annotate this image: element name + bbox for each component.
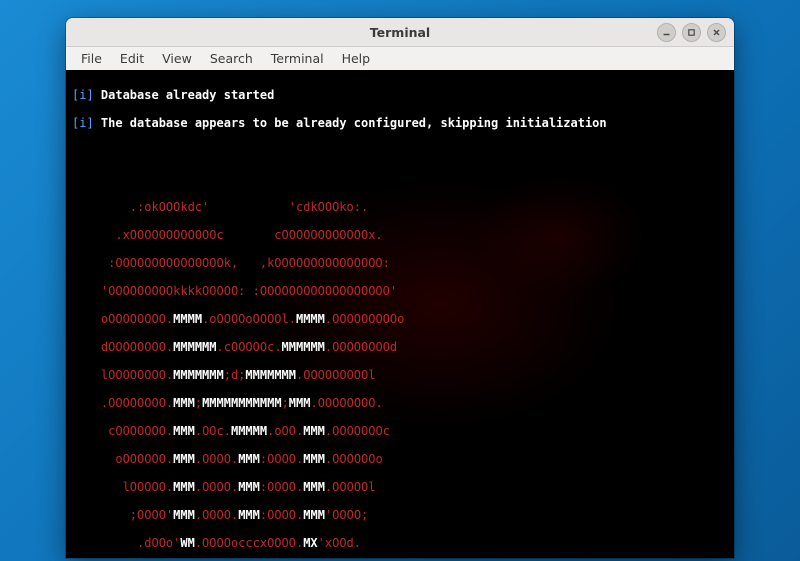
info-line-2: [i] The database appears to be already c… (72, 116, 728, 130)
menu-terminal[interactable]: Terminal (262, 49, 333, 68)
close-button[interactable] (707, 23, 726, 42)
banner-line: oOOOOOOOO.MMMM.oOOOOoOOOOl.MMMM.OOOOOOOO… (72, 312, 728, 326)
menu-search[interactable]: Search (201, 49, 262, 68)
minimize-button[interactable] (657, 23, 676, 42)
blank (72, 172, 728, 186)
menu-view[interactable]: View (153, 49, 201, 68)
menu-help[interactable]: Help (333, 49, 380, 68)
info-prefix: [i] (72, 88, 101, 102)
info-line-1: [i] Database already started (72, 88, 728, 102)
banner-line: :OOOOOOOOOOOOOOOk, ,kOOOOOOOOOOOOOOO: (72, 256, 728, 270)
banner-line: ;OOOO'MMM.OOOO.MMM:OOOO.MMM'OOOO; (72, 508, 728, 522)
banner-line: lOOOOOOOO.MMMMMMM;d;MMMMMMM.OOOOOOOOOl (72, 368, 728, 382)
info-text: The database appears to be already confi… (101, 116, 607, 130)
banner-line: 'OOOOOOOOOkkkkOOOOO: :OOOOOOOOOOOOOOOOOO… (72, 284, 728, 298)
banner-line: .xOOOOOOOOOOOOc cOOOOOOOOOOOOx. (72, 228, 728, 242)
banner-line: .:okOOOkdc' 'cdkOOOko:. (72, 200, 728, 214)
window-title: Terminal (370, 25, 430, 40)
banner-line: cOOOOOOO.MMM.OOc.MMMMM.oOO.MMM.OOOOOOOc (72, 424, 728, 438)
banner-line: .OOOOOOOO.MMM;MMMMMMMMMMM;MMM.OOOOOOOO. (72, 396, 728, 410)
banner-line: dOOOOOOOO.MMMMMM.cOOOOOc.MMMMMM.OOOOOOOO… (72, 340, 728, 354)
maximize-button[interactable] (682, 23, 701, 42)
terminal-viewport[interactable]: [i] Database already started [i] The dat… (66, 70, 734, 558)
info-text: Database already started (101, 88, 274, 102)
terminal-window: Terminal File Edit View Search Terminal … (66, 18, 734, 558)
info-prefix: [i] (72, 116, 101, 130)
menubar: File Edit View Search Terminal Help (66, 47, 734, 71)
titlebar[interactable]: Terminal (66, 18, 734, 47)
menu-edit[interactable]: Edit (111, 49, 153, 68)
banner-line: .dOOo'WM.OOOOocccxOOOO.MX'xOOd. (72, 536, 728, 550)
window-buttons (657, 23, 726, 42)
banner-line: lOOOOO.MMM.OOOO.MMM:OOOO.MMM.OOOOOl (72, 480, 728, 494)
banner-line: oOOOOOO.MMM.OOOO.MMM:OOOO.MMM.OOOOOOo (72, 452, 728, 466)
menu-file[interactable]: File (72, 49, 111, 68)
blank (72, 144, 728, 158)
